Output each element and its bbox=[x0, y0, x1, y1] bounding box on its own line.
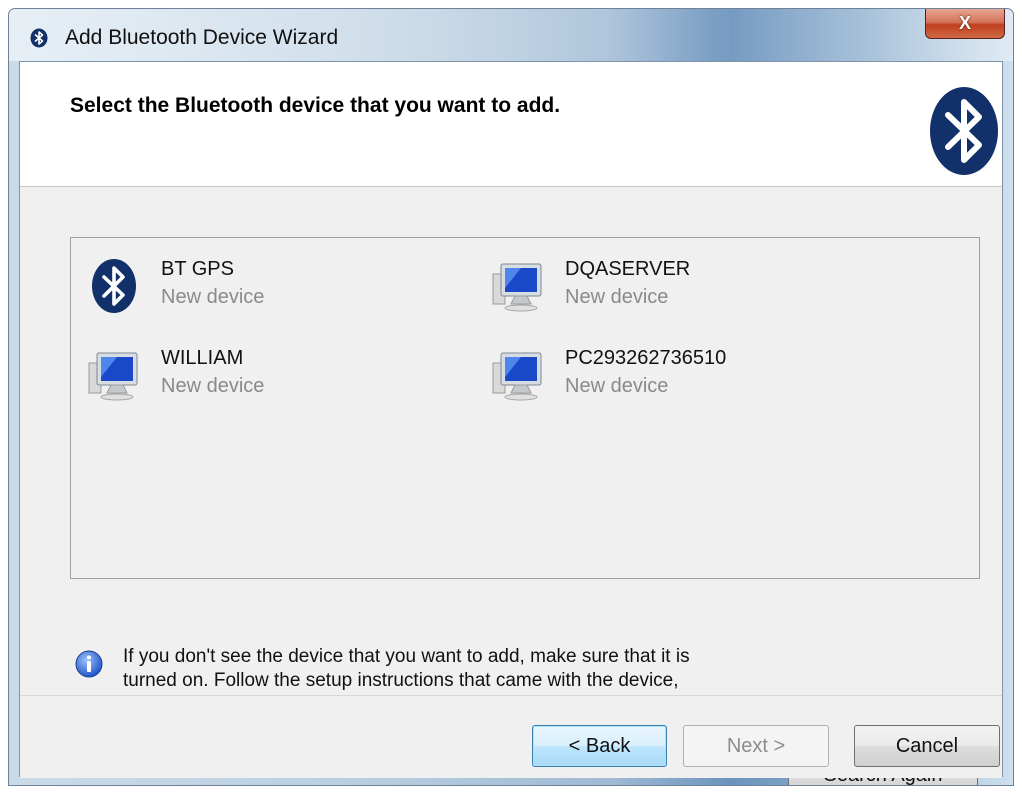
bluetooth-logo-icon bbox=[930, 87, 998, 175]
title-bar[interactable]: Add Bluetooth Device Wizard X bbox=[9, 9, 1013, 61]
device-name: DQASERVER bbox=[565, 258, 691, 280]
device-item-william[interactable]: WILLIAM New device bbox=[87, 347, 467, 407]
computer-icon bbox=[88, 352, 138, 401]
device-item-pc293262736510[interactable]: PC293262736510 New device bbox=[491, 347, 871, 407]
device-status: New device bbox=[565, 375, 669, 397]
computer-icon bbox=[492, 352, 542, 401]
back-button[interactable]: < Back bbox=[532, 725, 667, 767]
info-icon bbox=[75, 650, 103, 678]
page-title: Select the Bluetooth device that you wan… bbox=[70, 94, 561, 117]
close-button[interactable]: X bbox=[925, 9, 1005, 39]
device-item-dqaserver[interactable]: DQASERVER New device bbox=[491, 258, 871, 318]
device-list[interactable]: BT GPS New device DQASERVER New device W… bbox=[70, 237, 980, 579]
device-status: New device bbox=[161, 286, 265, 308]
wizard-header: Select the Bluetooth device that you wan… bbox=[20, 62, 1002, 187]
cancel-button[interactable]: Cancel bbox=[854, 725, 1000, 767]
bluetooth-icon bbox=[92, 259, 136, 313]
wizard-footer: < Back Next > Cancel bbox=[20, 695, 1002, 778]
wizard-window: Add Bluetooth Device Wizard X Select the… bbox=[8, 8, 1014, 786]
computer-icon bbox=[492, 263, 542, 312]
wizard-client-area: Select the Bluetooth device that you wan… bbox=[19, 61, 1003, 785]
device-status: New device bbox=[161, 375, 265, 397]
device-item-bt-gps[interactable]: BT GPS New device bbox=[87, 258, 467, 318]
device-name: PC293262736510 bbox=[565, 347, 727, 369]
window-title: Add Bluetooth Device Wizard bbox=[65, 26, 339, 49]
next-button: Next > bbox=[683, 725, 829, 767]
device-name: BT GPS bbox=[161, 258, 234, 280]
device-name: WILLIAM bbox=[161, 347, 244, 369]
device-status: New device bbox=[565, 286, 669, 308]
close-icon: X bbox=[958, 13, 971, 33]
wizard-body: BT GPS New device DQASERVER New device W… bbox=[20, 187, 1002, 785]
bluetooth-icon bbox=[30, 28, 48, 48]
